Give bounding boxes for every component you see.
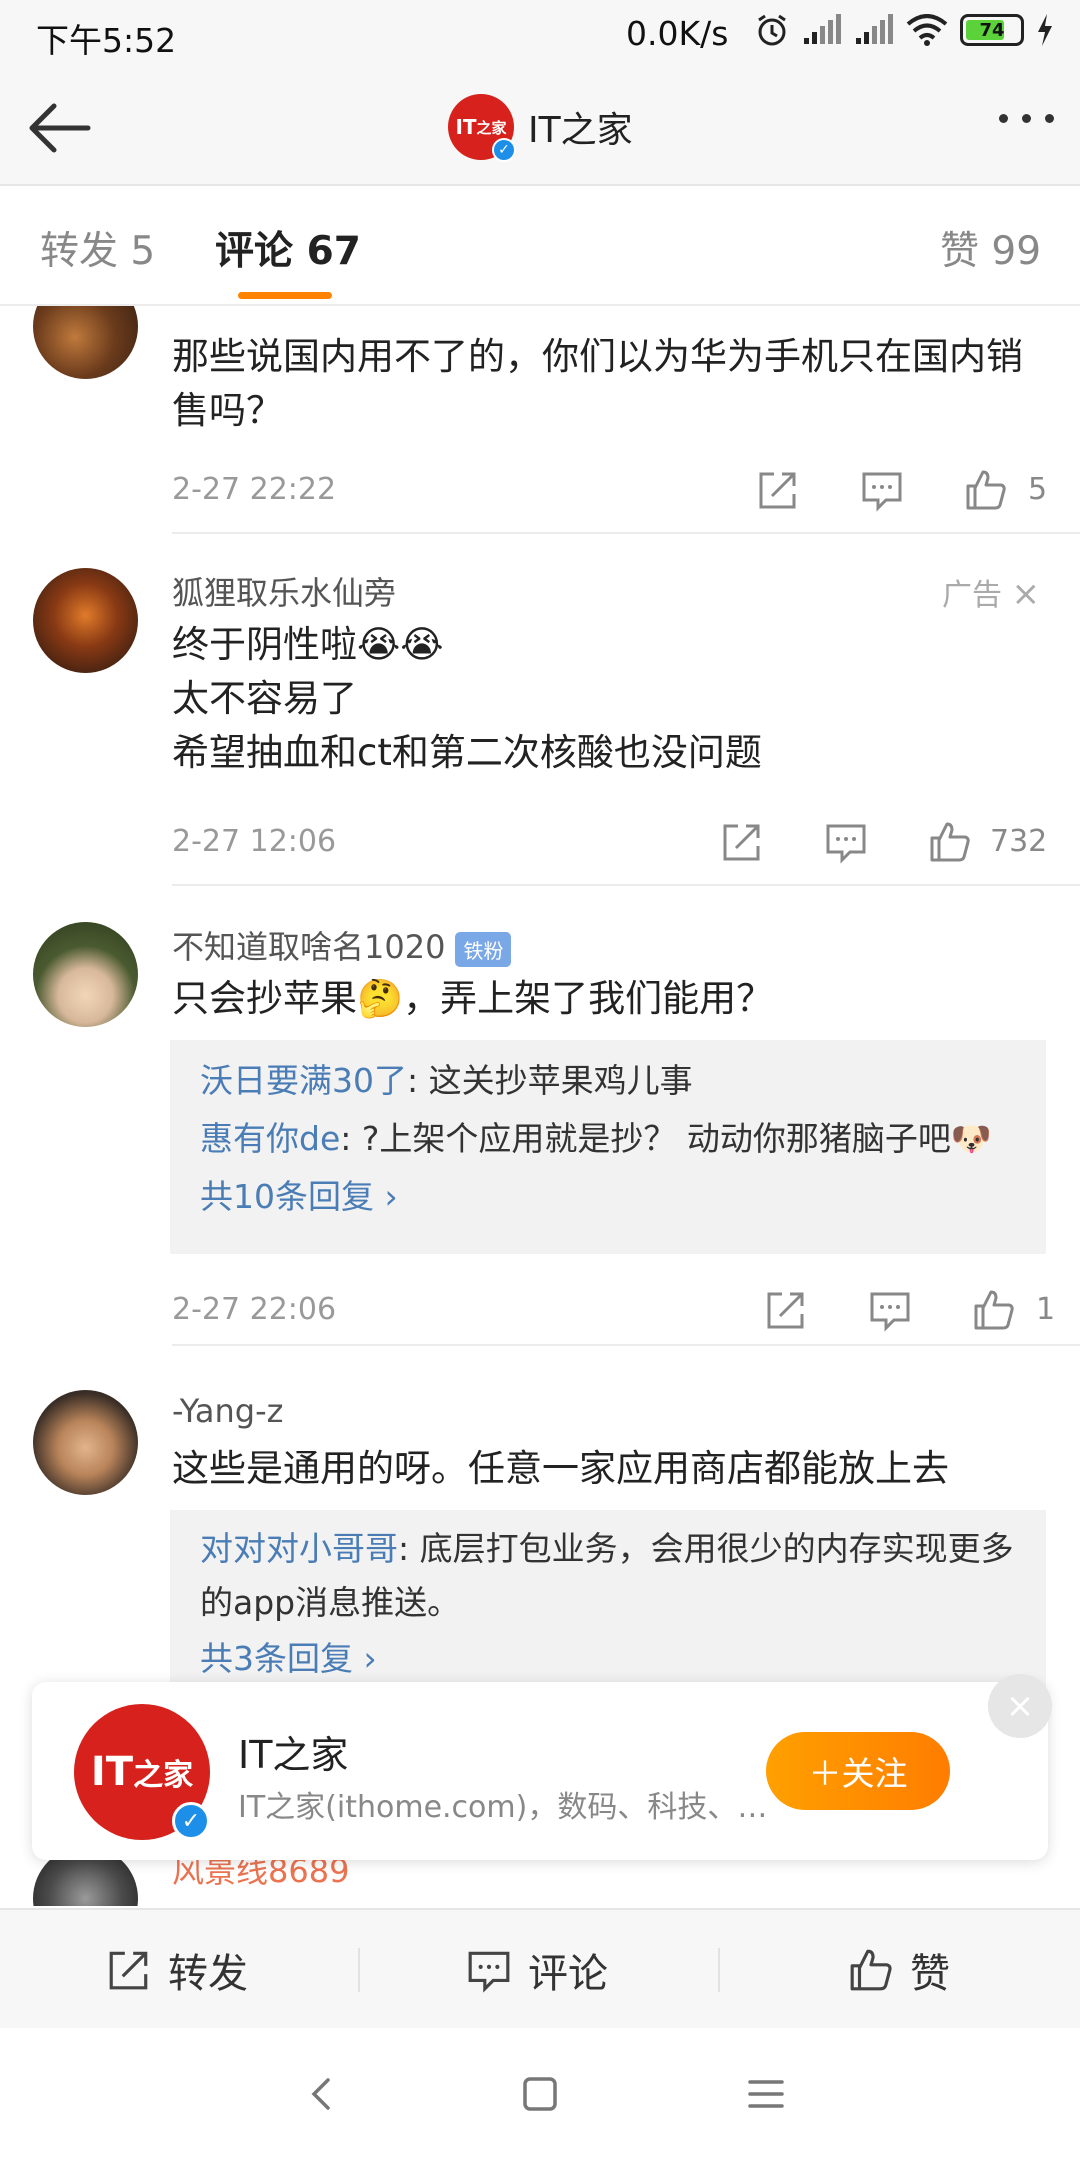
close-icon[interactable]: × [988, 1674, 1052, 1738]
signal-icon [856, 14, 893, 44]
verified-icon: ✓ [172, 1802, 210, 1840]
tab-likes[interactable]: 赞 99 [940, 220, 1041, 276]
bottom-action-bar: 转发 评论 赞 [0, 1908, 1080, 2028]
comment-icon[interactable] [824, 820, 868, 864]
like-button[interactable]: 赞 [848, 1940, 950, 2000]
tab-bar: 转发 5 评论 67 赞 99 [0, 186, 1080, 306]
reply-item: 沃日要满30了: 这关抄苹果鸡儿事 [200, 1052, 1046, 1110]
back-arrow-icon[interactable] [24, 98, 94, 158]
comment-line: 太不容易了 [172, 677, 357, 720]
comment-icon [468, 1951, 510, 1993]
status-time: 下午5:52 [36, 21, 177, 60]
tab-repost[interactable]: 转发 5 [40, 220, 155, 276]
system-home-icon[interactable] [518, 2072, 562, 2116]
status-icons: 74 [754, 12, 1054, 48]
charging-icon [1038, 14, 1052, 46]
signal-icon [804, 14, 841, 44]
user-avatar[interactable] [33, 922, 138, 1027]
comment-line: 希望抽血和ct和第二次核酸也没问题 [172, 731, 762, 774]
like-icon [850, 1949, 892, 1991]
reply-item: 惠有你de: ?上架个应用就是抄？ 动动你那猪脑子吧🐶 [200, 1110, 1046, 1168]
more-replies-link[interactable]: 共10条回复 › [200, 1168, 1046, 1226]
reply-item: 对对对小哥哥: 底层打包业务，会用很少的内存实现更多的app消息推送。 [200, 1522, 1046, 1630]
reply-box[interactable]: 沃日要满30了: 这关抄苹果鸡儿事 惠有你de: ?上架个应用就是抄？ 动动你那… [170, 1040, 1046, 1254]
popup-account-desc: IT之家(ithome.com)，数码、科技、生活 [238, 1790, 778, 1825]
like-count: 5 [1028, 472, 1048, 507]
reply-user[interactable]: 对对对小哥哥 [200, 1529, 398, 1568]
active-tab-indicator [238, 292, 332, 299]
account-header[interactable]: IT 之家 ✓ IT之家 [448, 94, 633, 162]
comment-username[interactable]: 不知道取啥名1020 铁粉 [172, 922, 512, 968]
comment-text: 这些是通用的呀。任意一家应用商店都能放上去 [172, 1447, 949, 1490]
like-icon[interactable] [928, 820, 972, 864]
like-icon[interactable] [964, 468, 1008, 512]
follow-button[interactable]: ＋关注 [766, 1732, 950, 1810]
ad-label-text: 广告 [941, 578, 1002, 613]
network-speed: 0.0K/s [626, 14, 729, 53]
user-avatar[interactable] [33, 568, 138, 673]
wifi-icon [906, 14, 948, 46]
comment-icon[interactable] [860, 468, 904, 512]
comment-meta: 2-27 22:06 1 [172, 1288, 1055, 1332]
share-icon[interactable] [720, 820, 764, 864]
user-avatar[interactable] [33, 306, 138, 379]
tab-comments[interactable]: 评论 67 [215, 220, 361, 276]
share-icon[interactable] [764, 1288, 808, 1332]
comment-meta: 2-27 12:06 732 [172, 820, 1050, 864]
more-replies-link[interactable]: 共3条回复 › [200, 1630, 1046, 1688]
repost-label: 转发 [168, 1951, 248, 1997]
comment-meta: 2-27 22:22 5 [172, 468, 1050, 512]
more-icon[interactable] [999, 114, 1054, 123]
like-label: 赞 [910, 1951, 950, 1997]
comment-item: 不知道取啥名1020 铁粉 只会抄苹果🤔，弄上架了我们能用？ 沃日要满30了: 这… [0, 886, 1080, 1346]
user-avatar[interactable] [33, 1390, 138, 1495]
like-icon[interactable] [972, 1288, 1016, 1332]
divider [358, 1948, 360, 1992]
system-menu-icon[interactable] [744, 2072, 788, 2116]
share-icon [109, 1951, 148, 1990]
comment-item-ad: 狐狸取乐水仙旁 广告 × 终于阴性啦😭😭 太不容易了 希望抽血和ct和第二次核酸… [0, 534, 1080, 886]
comment-username[interactable]: -Yang-z [172, 1392, 283, 1430]
fan-badge: 铁粉 [455, 931, 512, 967]
top-nav-bar: IT 之家 ✓ IT之家 [0, 68, 1080, 186]
comment-username-text: 不知道取啥名1020 [172, 928, 446, 966]
account-logo[interactable]: IT 之家 ✓ [74, 1704, 210, 1840]
alarm-icon [758, 14, 786, 46]
reply-text: : 这关抄苹果鸡儿事 [407, 1061, 693, 1100]
follow-popup-card[interactable]: × IT 之家 ✓ IT之家 IT之家(ithome.com)，数码、科技、生活 … [32, 1674, 1052, 1860]
like-count: 732 [990, 824, 1048, 859]
comment-label: 评论 [528, 1951, 608, 1997]
popup-account-name[interactable]: IT之家 [238, 1724, 348, 1779]
comment-item: 那些说国内用不了的，你们以为华为手机只在国内销售吗？ 2-27 22:22 5 [0, 306, 1080, 534]
divider [718, 1948, 720, 1992]
system-nav-bar [0, 2028, 1080, 2160]
system-back-icon[interactable] [300, 2072, 344, 2116]
battery-level: 74 [979, 19, 1005, 41]
comment-line: 终于阴性啦😭😭 [172, 623, 444, 666]
account-name: IT之家 [528, 110, 633, 151]
comment-text: 终于阴性啦😭😭 太不容易了 希望抽血和ct和第二次核酸也没问题 [172, 618, 1032, 780]
comment-button[interactable]: 评论 [466, 1940, 608, 2000]
comment-text: 只会抄苹果🤔，弄上架了我们能用？ [172, 977, 774, 1020]
like-count: 1 [1036, 1292, 1056, 1327]
account-logo: IT 之家 ✓ [448, 94, 516, 162]
comment-list[interactable]: 那些说国内用不了的，你们以为华为手机只在国内销售吗？ 2-27 22:22 5 … [0, 306, 1080, 1906]
ad-label[interactable]: 广告 × [942, 570, 1040, 614]
status-bar: 下午5:52 0.0K/s 74 [0, 0, 1080, 68]
comment-text: 那些说国内用不了的，你们以为华为手机只在国内销售吗？ [172, 335, 1023, 432]
reply-user[interactable]: 沃日要满30了 [200, 1061, 407, 1100]
verified-icon: ✓ [492, 138, 516, 162]
comment-date: 2-27 22:22 [172, 472, 337, 507]
comment-date: 2-27 12:06 [172, 824, 337, 859]
reply-user[interactable]: 惠有你de [200, 1119, 340, 1158]
comment-icon[interactable] [868, 1288, 912, 1332]
reply-text: : ?上架个应用就是抄？ 动动你那猪脑子吧🐶 [340, 1119, 992, 1158]
battery-indicator: 74 [960, 14, 1024, 46]
comment-username[interactable]: 狐狸取乐水仙旁 [172, 568, 396, 614]
close-icon[interactable]: × [1012, 574, 1041, 614]
repost-button[interactable]: 转发 [106, 1940, 248, 2000]
share-icon[interactable] [756, 468, 800, 512]
screen: 下午5:52 0.0K/s 74 IT 之家 ✓ IT之家 转发 5 评论 67 … [0, 0, 1080, 2160]
comment-date: 2-27 22:06 [172, 1292, 337, 1327]
